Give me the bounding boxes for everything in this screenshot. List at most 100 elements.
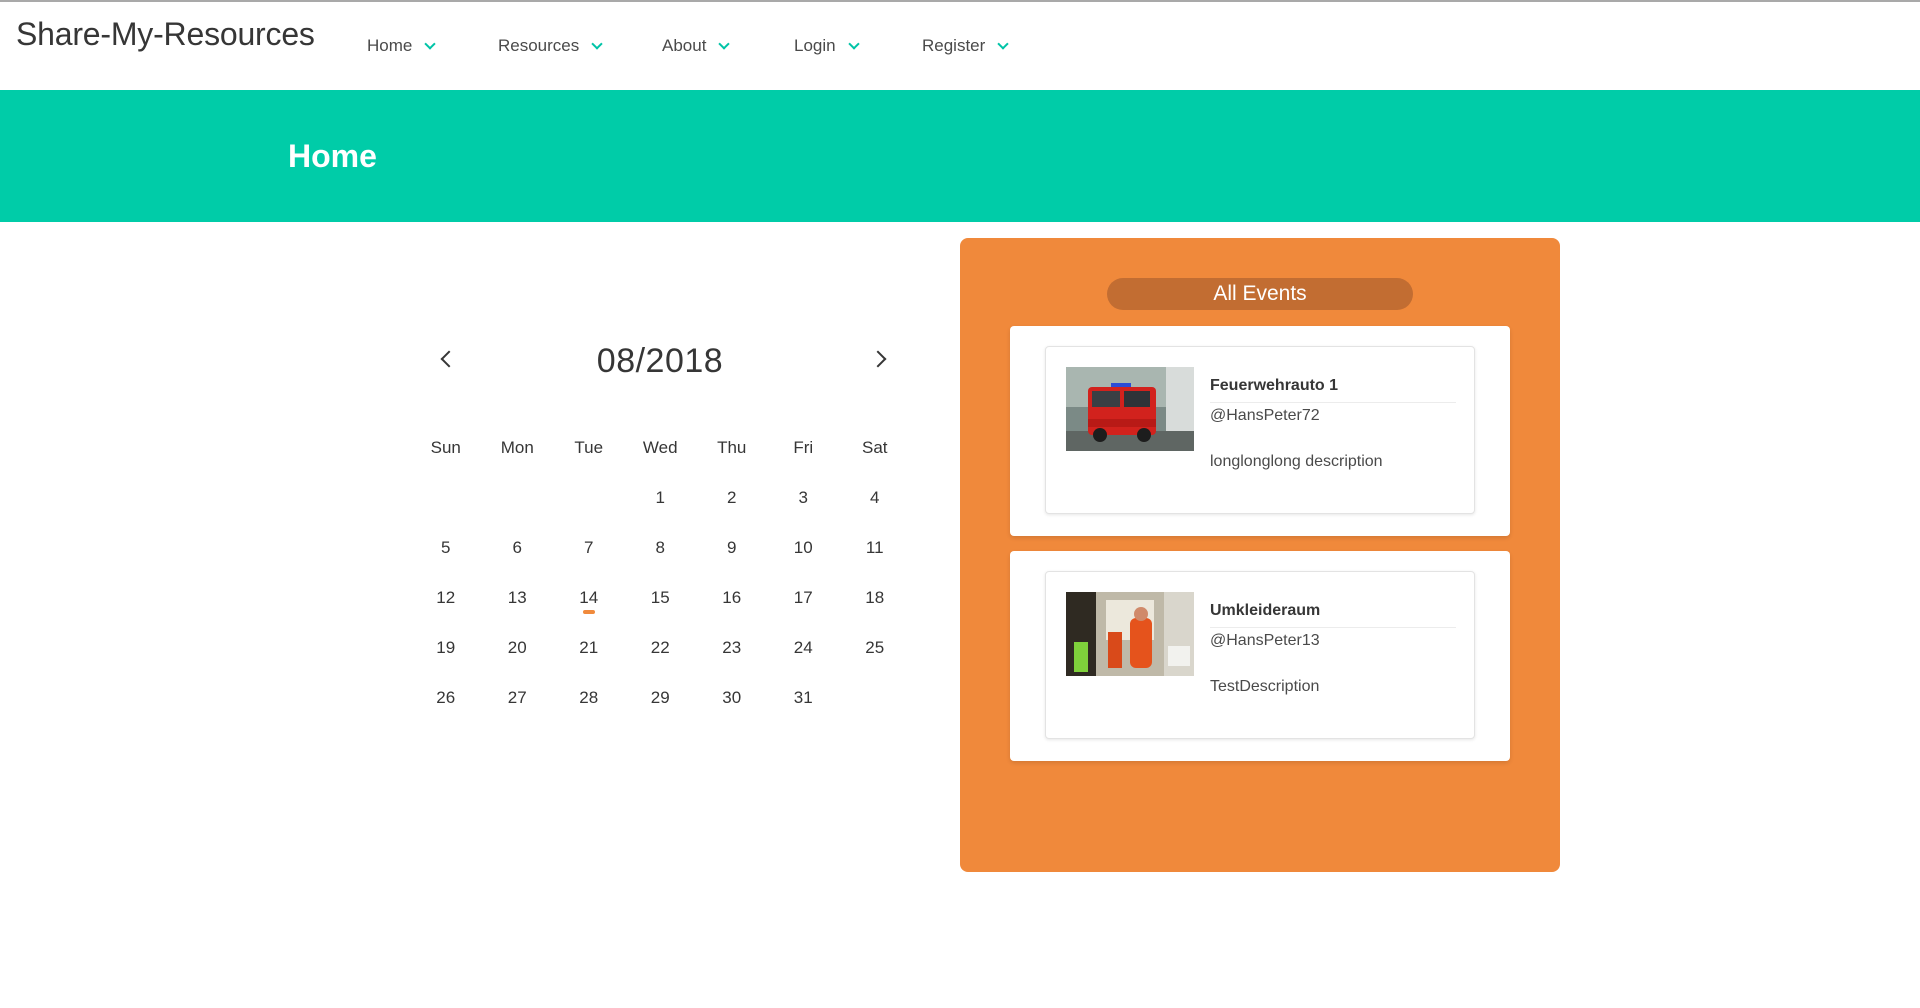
calendar-day[interactable]: 31 [768,688,840,708]
calendar-day-label: 7 [584,538,594,557]
calendar-day-label: 27 [507,688,527,707]
calendar-day-label: 30 [722,688,742,707]
calendar-day-label: 13 [507,588,527,607]
nav-login-label: Login [794,36,836,55]
weekday-label: Fri [793,438,814,457]
calendar-day[interactable]: 8 [625,538,697,558]
calendar-day-label: 15 [650,588,670,607]
calendar-day-label: 21 [579,638,599,657]
event-user: @HansPeter72 [1210,407,1320,424]
events-panel: All Events Feuerwehrauto 1 @HansPeter72 … [960,238,1560,872]
calendar-day[interactable]: 16 [696,588,768,608]
nav-register-label: Register [922,36,986,55]
calendar-day-label: 1 [655,488,665,507]
brand-logo[interactable]: Share-My-Resources [16,16,315,53]
calendar-day[interactable]: 14 [553,588,625,614]
calendar-day[interactable]: 12 [410,588,482,608]
calendar-day-label: 31 [793,688,813,707]
event-description: longlonglong description [1210,453,1383,470]
calendar-day[interactable]: 21 [553,638,625,658]
calendar-day[interactable]: 25 [839,638,911,658]
chevron-down-icon [997,37,1009,50]
page-title: Home [288,138,377,174]
navbar: Share-My-Resources Home Resources About … [0,2,1920,90]
calendar-day[interactable]: 6 [482,538,554,558]
calendar-day-label: 22 [650,638,670,657]
calendar-day[interactable]: 20 [482,638,554,658]
event-image [1066,592,1194,676]
calendar-day-label: 23 [722,638,742,657]
nav-home-label: Home [367,36,413,55]
calendar-day[interactable]: 23 [696,638,768,658]
event-marker-dot [582,610,595,614]
event-wrapper: Umkleideraum @HansPeter13 TestDescriptio… [1010,551,1510,761]
calendar-day[interactable]: 18 [839,588,911,608]
calendar-day[interactable]: 22 [625,638,697,658]
event-card[interactable]: Feuerwehrauto 1 @HansPeter72 longlonglon… [1045,346,1475,514]
calendar-day-label: 26 [436,688,456,707]
hero-banner: Home [0,90,1920,222]
chevron-down-icon [591,37,603,50]
weekday-label: Wed [642,438,678,457]
calendar-day[interactable]: 30 [696,688,768,708]
calendar-day[interactable]: 26 [410,688,482,708]
calendar-day-label: 10 [793,538,813,557]
nav-about[interactable]: About [662,36,731,56]
calendar-day[interactable]: 7 [553,538,625,558]
nav-resources[interactable]: Resources [498,36,603,56]
calendar-day[interactable]: 10 [768,538,840,558]
calendar-day-label: 16 [722,588,742,607]
calendar-day-label: 29 [650,688,670,707]
weekday-label: Sat [861,438,888,457]
calendar-day[interactable]: 13 [482,588,554,608]
fire-truck-image [1066,367,1194,451]
calendar-day-label: 11 [865,538,884,557]
event-user: @HansPeter13 [1210,632,1320,649]
event-card[interactable]: Umkleideraum @HansPeter13 TestDescriptio… [1045,571,1475,739]
calendar-day-label: 12 [436,588,456,607]
calendar-day-label: 25 [865,638,885,657]
calendar-day[interactable]: 29 [625,688,697,708]
calendar-day[interactable]: 4 [839,488,911,508]
calendar-day[interactable]: 11 [839,538,911,558]
all-events-button[interactable]: All Events [1107,278,1413,310]
calendar-day-label: 28 [579,688,599,707]
nav-resources-label: Resources [498,36,580,55]
calendar-day-label: 6 [512,538,522,557]
calendar-day[interactable]: 2 [696,488,768,508]
calendar-day-label: 24 [793,638,813,657]
calendar-day-label: 4 [870,488,880,507]
calendar-day-label: 8 [655,538,665,557]
calendar-day[interactable]: 5 [410,538,482,558]
weekday-label: Tue [574,438,604,457]
calendar-day-label: 18 [865,588,885,607]
calendar-day[interactable]: 24 [768,638,840,658]
calendar-day-label: 3 [798,488,808,507]
calendar-day[interactable]: 28 [553,688,625,708]
calendar-day[interactable]: 3 [768,488,840,508]
calendar-day[interactable]: 17 [768,588,840,608]
nav-home[interactable]: Home [367,36,437,56]
event-title: Umkleideraum [1210,602,1456,628]
chevron-down-icon [424,37,437,50]
weekday-label: Mon [500,438,534,457]
event-wrapper: Feuerwehrauto 1 @HansPeter72 longlonglon… [1010,326,1510,536]
calendar-day[interactable]: 19 [410,638,482,658]
calendar-day[interactable]: 9 [696,538,768,558]
calendar-day-label: 2 [727,488,737,507]
event-description: TestDescription [1210,678,1320,695]
calendar-day-label: 14 [579,588,599,607]
weekday-label: Sun [430,438,461,457]
locker-room-image [1066,592,1194,676]
calendar-day[interactable]: 15 [625,588,697,608]
calendar-day[interactable]: 1 [625,488,697,508]
weekday-label: Thu [717,438,747,457]
event-image [1066,367,1194,451]
nav-about-label: About [662,36,707,55]
calendar-day-label: 19 [436,638,456,657]
nav-login[interactable]: Login [794,36,860,56]
calendar-day-label: 17 [793,588,813,607]
nav-register[interactable]: Register [922,36,1009,56]
calendar-day[interactable]: 27 [482,688,554,708]
chevron-down-icon [847,37,860,50]
